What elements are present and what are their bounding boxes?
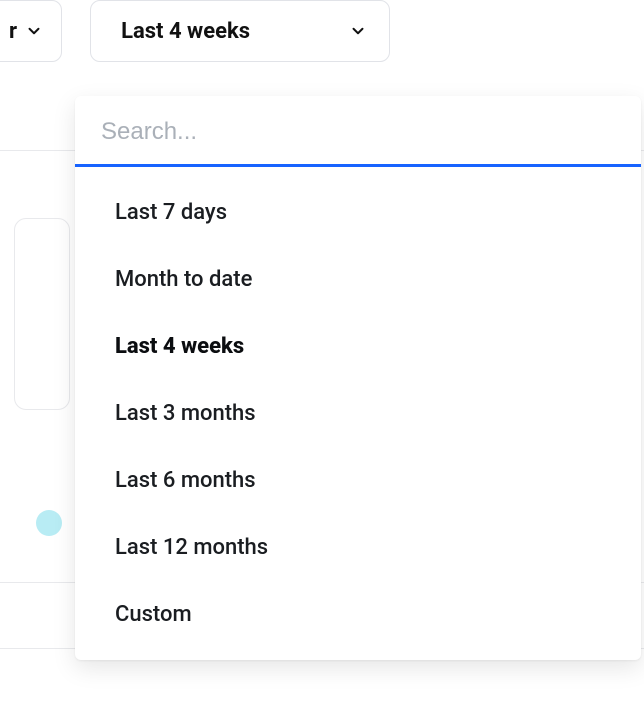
date-range-select-label: Last 4 weeks xyxy=(121,19,250,44)
option-last-12-months[interactable]: Last 12 months xyxy=(75,514,641,581)
bg-card xyxy=(14,218,70,410)
filter-select-partial-label: r xyxy=(9,19,17,44)
option-last-6-months[interactable]: Last 6 months xyxy=(75,447,641,514)
option-last-4-weeks[interactable]: Last 4 weeks xyxy=(75,313,641,380)
dropdown-options: Last 7 days Month to date Last 4 weeks L… xyxy=(75,167,641,660)
date-range-select[interactable]: Last 4 weeks xyxy=(90,0,390,62)
option-custom[interactable]: Custom xyxy=(75,581,641,648)
dropdown-search-wrap xyxy=(75,96,641,167)
chevron-down-icon xyxy=(25,22,43,40)
search-input[interactable] xyxy=(101,118,615,146)
bg-dot xyxy=(36,510,62,536)
date-range-dropdown: Last 7 days Month to date Last 4 weeks L… xyxy=(75,96,641,660)
option-last-3-months[interactable]: Last 3 months xyxy=(75,380,641,447)
option-month-to-date[interactable]: Month to date xyxy=(75,246,641,313)
filter-select-partial[interactable]: r xyxy=(0,0,62,62)
option-last-7-days[interactable]: Last 7 days xyxy=(75,179,641,246)
chevron-down-icon xyxy=(349,22,367,40)
